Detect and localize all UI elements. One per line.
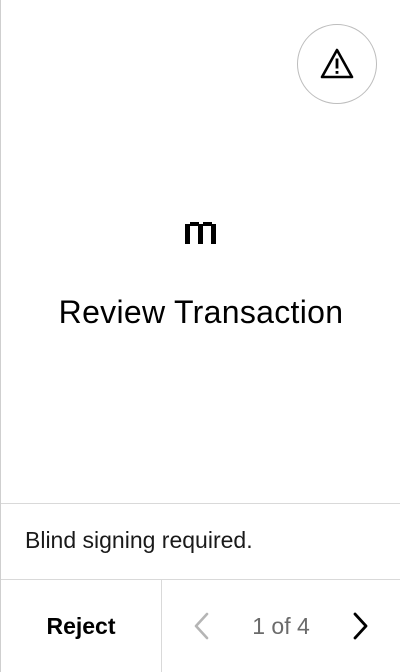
page-title: Review Transaction — [58, 294, 344, 330]
reject-button[interactable]: Reject — [1, 580, 161, 672]
brand-logo-icon — [185, 222, 217, 244]
review-screen: Review Transaction Blind signing require… — [0, 0, 400, 672]
previous-page-button[interactable] — [190, 610, 214, 642]
chevron-left-icon — [194, 612, 209, 640]
footer-bar: Reject 1 of 4 — [1, 580, 400, 672]
pagination: 1 of 4 — [162, 580, 400, 672]
divider — [1, 503, 400, 504]
next-page-button[interactable] — [348, 610, 372, 642]
warning-triangle-icon — [320, 48, 354, 79]
chevron-right-icon — [353, 612, 368, 640]
warning-button[interactable] — [297, 24, 377, 104]
page-indicator: 1 of 4 — [252, 613, 310, 639]
blind-signing-notice: Blind signing required. — [25, 527, 253, 553]
